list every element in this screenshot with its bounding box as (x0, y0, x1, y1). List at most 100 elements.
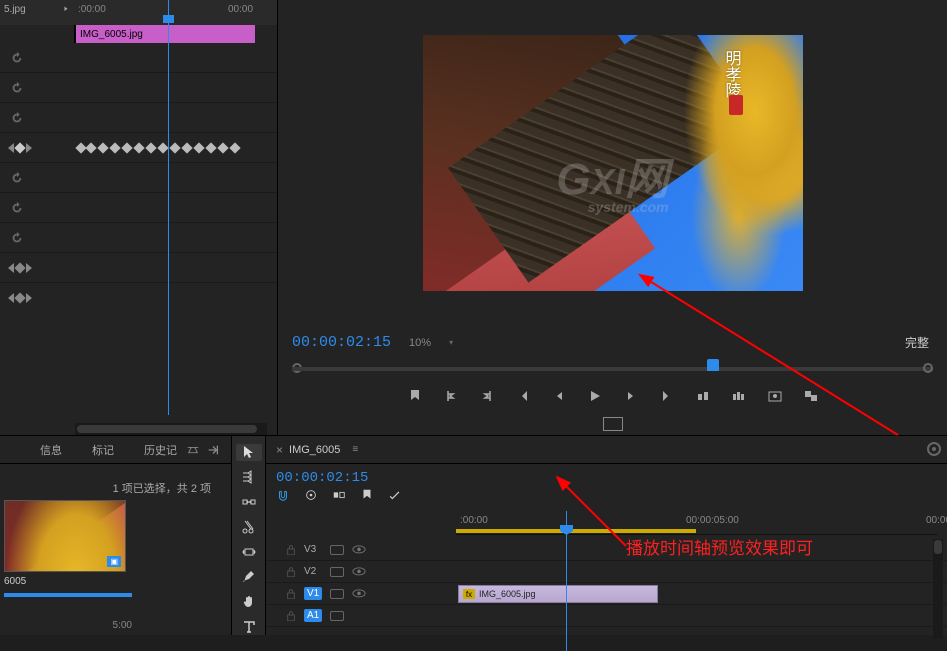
track-content[interactable] (456, 561, 947, 583)
video-frame[interactable]: 明孝陵 (423, 35, 803, 291)
reset-icon[interactable] (10, 231, 24, 245)
close-icon[interactable]: × (276, 443, 283, 457)
sync-lock-icon[interactable] (927, 442, 941, 456)
track-label[interactable]: V3 (304, 544, 322, 555)
timeline-playhead[interactable] (566, 511, 567, 651)
add-keyframe-icon[interactable] (14, 142, 25, 153)
track-label[interactable]: V1 (304, 587, 322, 600)
timeline-timecode[interactable]: 00:00:02:15 (276, 470, 368, 486)
comparison-icon[interactable] (802, 387, 820, 405)
track-output-toggle[interactable] (330, 589, 344, 599)
effects-scrollbar[interactable] (75, 423, 267, 435)
program-scrubber[interactable] (292, 359, 933, 379)
eye-icon[interactable] (352, 567, 366, 577)
fx-badge[interactable]: fx (463, 589, 475, 599)
keyframe-marker[interactable] (169, 142, 180, 153)
zoom-level[interactable]: 10% (409, 337, 431, 349)
selection-tool-icon[interactable] (236, 444, 262, 461)
marker-icon[interactable] (406, 387, 424, 405)
reset-icon[interactable] (10, 171, 24, 185)
scrub-handle-right[interactable] (923, 363, 933, 373)
effects-clip-bar[interactable]: IMG_6005.jpg (75, 25, 255, 43)
settings-icon[interactable] (388, 488, 402, 505)
out-point-icon[interactable] (478, 387, 496, 405)
extract-icon[interactable] (730, 387, 748, 405)
lift-icon[interactable] (694, 387, 712, 405)
go-to-out-icon[interactable] (658, 387, 676, 405)
lock-icon[interactable] (286, 544, 296, 556)
add-keyframe-icon[interactable] (14, 292, 25, 303)
keyframe-track[interactable] (75, 133, 277, 162)
keyframe-marker[interactable] (193, 142, 204, 153)
keyframe-marker[interactable] (133, 142, 144, 153)
next-keyframe-icon[interactable] (26, 143, 32, 153)
linked-selection-icon[interactable] (304, 488, 318, 505)
work-area-bar[interactable] (456, 529, 696, 533)
play-icon[interactable] (586, 387, 604, 405)
razor-tool-icon[interactable] (236, 519, 262, 536)
marker-add-icon[interactable] (360, 488, 374, 505)
keyframe-marker[interactable] (85, 142, 96, 153)
reset-icon[interactable] (10, 201, 24, 215)
in-point-icon[interactable] (442, 387, 460, 405)
lock-icon[interactable] (286, 610, 296, 622)
track-label[interactable]: A1 (304, 609, 322, 622)
prev-keyframe-icon[interactable] (8, 293, 14, 303)
pen-tool-icon[interactable] (236, 568, 262, 585)
thumb-scrubber[interactable] (4, 593, 132, 597)
effects-playhead[interactable] (168, 0, 169, 415)
timeline-clip[interactable]: fx IMG_6005.jpg (458, 585, 658, 603)
ripple-tool-icon[interactable] (236, 494, 262, 511)
track-content[interactable]: fx IMG_6005.jpg (456, 583, 947, 605)
project-thumbnail[interactable]: ▣ 6005 5:00 (4, 500, 132, 615)
keyframe-marker[interactable] (181, 142, 192, 153)
next-keyframe-icon[interactable] (26, 263, 32, 273)
go-to-in-icon[interactable] (514, 387, 532, 405)
keyframe-marker[interactable] (229, 142, 240, 153)
panel-export-icon[interactable] (203, 440, 223, 460)
insert-overwrite-icon[interactable] (332, 488, 346, 505)
keyframe-marker[interactable] (109, 142, 120, 153)
keyframe-marker[interactable] (205, 142, 216, 153)
step-forward-icon[interactable] (622, 387, 640, 405)
tab-history[interactable]: 历史记 (144, 442, 177, 458)
loop-icon[interactable] (60, 5, 72, 17)
effects-ruler[interactable]: 5.jpg :00:00 00:00 (0, 0, 277, 25)
eye-icon[interactable] (352, 545, 366, 555)
step-back-icon[interactable] (550, 387, 568, 405)
reset-icon[interactable] (10, 111, 24, 125)
next-keyframe-icon[interactable] (26, 293, 32, 303)
track-select-tool-icon[interactable] (236, 469, 262, 486)
hand-tool-icon[interactable] (236, 593, 262, 610)
snap-icon[interactable] (276, 488, 290, 505)
timeline-v-scrollbar[interactable] (933, 539, 943, 639)
reset-icon[interactable] (10, 81, 24, 95)
safe-margins-icon[interactable] (603, 417, 623, 431)
sequence-menu-icon[interactable]: ≡ (352, 444, 358, 455)
lock-icon[interactable] (286, 566, 296, 578)
track-label[interactable]: V2 (304, 566, 322, 577)
slip-tool-icon[interactable] (236, 544, 262, 561)
reset-icon[interactable] (10, 51, 24, 65)
sequence-name[interactable]: IMG_6005 (289, 444, 340, 456)
panel-menu-icon[interactable] (183, 440, 203, 460)
track-content[interactable] (456, 605, 947, 627)
track-output-toggle[interactable] (330, 611, 344, 621)
scrollbar-thumb[interactable] (77, 425, 257, 433)
keyframe-marker[interactable] (97, 142, 108, 153)
add-keyframe-icon[interactable] (14, 262, 25, 273)
keyframe-marker[interactable] (157, 142, 168, 153)
tab-marker[interactable]: 标记 (92, 442, 114, 458)
track-output-toggle[interactable] (330, 567, 344, 577)
display-mode[interactable]: 完整 (905, 334, 929, 351)
keyframe-marker[interactable] (145, 142, 156, 153)
keyframe-marker[interactable] (217, 142, 228, 153)
scrub-playhead[interactable] (707, 359, 719, 371)
type-tool-icon[interactable] (236, 618, 262, 635)
program-timecode[interactable]: 00:00:02:15 (292, 334, 391, 351)
track-output-toggle[interactable] (330, 545, 344, 555)
keyframe-marker[interactable] (121, 142, 132, 153)
tab-info[interactable]: 信息 (40, 442, 62, 458)
export-frame-icon[interactable] (766, 387, 784, 405)
lock-icon[interactable] (286, 588, 296, 600)
